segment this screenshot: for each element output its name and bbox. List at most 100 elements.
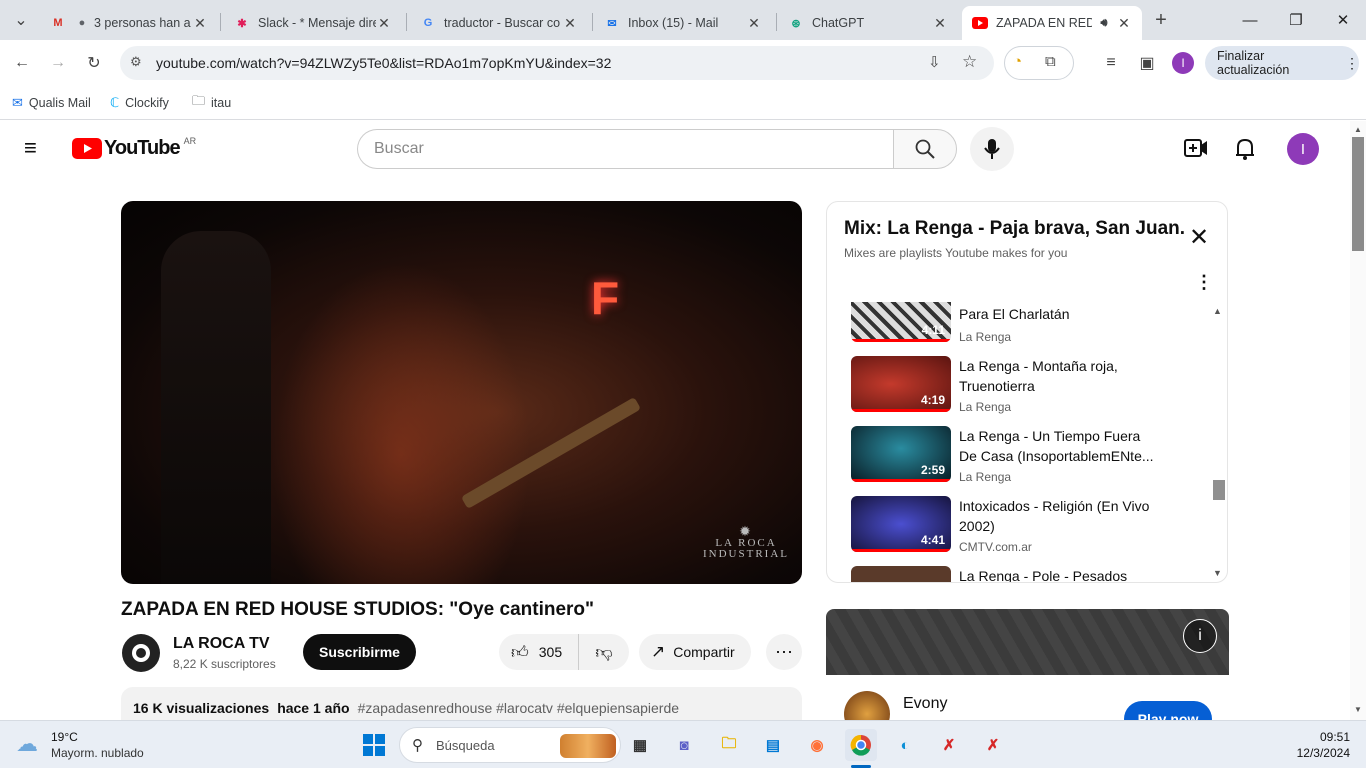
puzzle-extensions-icon[interactable]: ⧉ xyxy=(1045,53,1056,70)
create-video-icon[interactable] xyxy=(1184,137,1208,164)
search-button[interactable] xyxy=(893,129,957,169)
microphone-icon xyxy=(984,139,1000,159)
playlist-item[interactable]: 4:19 La Renga - Montaña roja, Truenotier… xyxy=(851,356,1211,414)
clock-time[interactable]: 09:51 xyxy=(1280,730,1350,744)
account-avatar[interactable]: I xyxy=(1287,133,1319,165)
video-watermark: ✹ LA ROCA INDUSTRIAL xyxy=(691,526,801,560)
speaker-icon[interactable]: 🔊︎ xyxy=(1096,15,1112,31)
video-thumbnail: 4:11 xyxy=(851,302,951,342)
playlist-item[interactable]: 2:59 La Renga - Un Tiempo Fuera De Casa … xyxy=(851,426,1211,484)
hashtags[interactable]: #zapadasenredhouse #larocatv #elquepiens… xyxy=(358,700,679,716)
install-app-icon[interactable]: ⇩ xyxy=(928,53,941,71)
profile-avatar[interactable]: I xyxy=(1172,52,1194,74)
youtube-play-logo-icon xyxy=(72,138,102,159)
bookmark-clockify[interactable]: ℂ Clockify xyxy=(110,92,169,114)
chrome-icon[interactable] xyxy=(845,729,877,761)
playlist-subtitle: Mixes are playlists Youtube makes for yo… xyxy=(844,246,1068,260)
scroll-down-arrow-icon[interactable]: ▼ xyxy=(1354,705,1362,714)
view-count: 16 K visualizaciones xyxy=(133,700,270,716)
more-actions-button[interactable]: ⋯ xyxy=(766,634,802,670)
dislike-button[interactable]: 👎︎ xyxy=(579,634,629,670)
finish-update-button[interactable]: Finalizar actualización ⋮ xyxy=(1205,46,1359,80)
side-panel-icon[interactable]: ▣ xyxy=(1132,48,1162,78)
playlist-scrollbar-thumb[interactable] xyxy=(1213,480,1225,500)
share-arrow-icon: ↗ xyxy=(651,642,666,661)
tab-chatgpt[interactable]: ⊛ ChatGPT ✕ xyxy=(778,6,958,40)
rx-app-icon[interactable]: ✗ xyxy=(977,729,1009,761)
channel-avatar[interactable] xyxy=(121,633,161,673)
playlist-items: 4:11 Para El Charlatán La Renga 4:19 La … xyxy=(827,302,1227,582)
subscribe-button[interactable]: Suscribirme xyxy=(303,634,416,670)
restore-icon[interactable]: ❐ xyxy=(1273,0,1319,40)
edge-icon[interactable]: ◐ xyxy=(889,729,921,761)
task-view-icon[interactable]: ▦ xyxy=(624,729,656,761)
tab-slack[interactable]: ✱ Slack - * Mensaje dire ✕ xyxy=(224,6,402,40)
share-button[interactable]: ↗ Compartir xyxy=(639,634,751,670)
playlist-item[interactable]: 4:11 Para El Charlatán La Renga xyxy=(851,302,1211,360)
scroll-up-arrow-icon[interactable]: ▲ xyxy=(1354,125,1362,134)
page-scrollbar[interactable]: ▲ ▼ xyxy=(1350,121,1366,720)
youtube-logo[interactable]: YouTube AR xyxy=(72,136,196,160)
back-arrow-icon[interactable]: ← xyxy=(7,48,37,78)
voice-search-button[interactable] xyxy=(970,127,1014,171)
windows-start-icon[interactable] xyxy=(358,729,390,761)
taskbar-search-input[interactable]: ⚲ Búsqueda xyxy=(399,727,621,763)
close-window-icon[interactable]: ✕ xyxy=(1320,0,1366,40)
hamburger-menu-icon[interactable]: ≡ xyxy=(24,137,48,161)
close-icon[interactable]: ✕ xyxy=(376,15,392,32)
bookmark-star-icon[interactable]: ☆ xyxy=(962,52,977,72)
tab-google-translate[interactable]: G traductor - Buscar co ✕ xyxy=(410,6,588,40)
video-player[interactable]: F ✹ LA ROCA INDUSTRIAL xyxy=(121,201,802,584)
weather-cloud-icon[interactable]: ☁ xyxy=(16,731,38,757)
close-icon[interactable]: ✕ xyxy=(192,15,208,32)
close-icon[interactable]: ✕ xyxy=(1116,15,1132,32)
thumbs-down-icon: 👎︎ xyxy=(595,642,613,662)
notifications-bell-icon[interactable] xyxy=(1234,137,1256,166)
teams-chat-icon[interactable]: ◙ xyxy=(668,729,700,761)
bookmark-qualis-mail[interactable]: ✉ Qualis Mail xyxy=(12,92,91,114)
site-info-icon[interactable]: ⚙ xyxy=(130,54,142,70)
address-bar[interactable]: ⚙ youtube.com/watch?v=94ZLWZy5Te0&list=R… xyxy=(120,46,994,80)
tab-search-chevron-icon[interactable]: ⌄ xyxy=(6,5,36,35)
media-controls-icon[interactable]: ≡ xyxy=(1096,48,1126,78)
tab-inbox-mail[interactable]: ✉ Inbox (15) - Mail ✕ xyxy=(594,6,772,40)
folder-icon: 🗀︎ xyxy=(192,93,206,108)
like-button[interactable]: 👍︎ 305 xyxy=(499,634,579,670)
minimize-icon[interactable]: — xyxy=(1227,0,1273,40)
tab-gmail[interactable]: M ● 3 personas han a ✕ xyxy=(40,6,218,40)
mail-icon: ✉ xyxy=(607,17,617,30)
clock-date[interactable]: 12/3/2024 xyxy=(1270,746,1350,760)
file-explorer-icon[interactable]: 🗀︎ xyxy=(713,729,745,761)
page-scrollbar-thumb[interactable] xyxy=(1352,137,1364,251)
extension-icon[interactable]: ◔ xyxy=(1013,53,1022,70)
ad-info-icon[interactable]: i xyxy=(1183,619,1217,653)
close-icon[interactable]: ✕ xyxy=(932,15,948,32)
weather-temperature[interactable]: 19°C xyxy=(51,730,78,744)
search-icon: ⚲ xyxy=(412,737,423,754)
bookmark-folder-itau[interactable]: 🗀︎ itau xyxy=(192,92,231,114)
youtube-icon xyxy=(972,15,988,31)
google-icon: G xyxy=(423,17,433,29)
microsoft-store-icon[interactable]: ▤ xyxy=(757,729,789,761)
ad-card[interactable]: i Evony Play now xyxy=(826,609,1229,737)
close-playlist-icon[interactable]: ✕ xyxy=(1189,226,1209,250)
channel-name[interactable]: LA ROCA TV xyxy=(173,635,270,653)
video-frame-performer xyxy=(271,261,531,584)
close-icon[interactable]: ✕ xyxy=(746,15,762,32)
close-icon[interactable]: ✕ xyxy=(562,15,578,32)
forward-arrow-icon[interactable]: → xyxy=(43,48,73,78)
firefox-icon[interactable]: ◉ xyxy=(801,729,833,761)
playlist-menu-dots-icon[interactable]: ⋮ xyxy=(1195,272,1213,293)
search-highlight-image xyxy=(560,734,616,758)
rx-app-icon[interactable]: ✗ xyxy=(933,729,965,761)
playlist-title[interactable]: Mix: La Renga - Paja brava, San Juan... xyxy=(844,218,1184,240)
playlist-item[interactable]: 4:41 Intoxicados - Religión (En Vivo 200… xyxy=(851,496,1211,554)
mail-icon: ✉ xyxy=(12,95,23,110)
tab-youtube-active[interactable]: ZAPADA EN RED 🔊︎ ✕ xyxy=(962,6,1142,40)
reload-icon[interactable]: ↻ xyxy=(79,48,109,78)
search-input[interactable]: Buscar xyxy=(357,129,894,169)
playlist-item[interactable]: La Renga - Pole - Pesados xyxy=(851,566,1211,582)
new-tab-plus-icon[interactable]: + xyxy=(1146,5,1176,35)
scroll-down-arrow-icon[interactable]: ▼ xyxy=(1213,568,1222,578)
scroll-up-arrow-icon[interactable]: ▲ xyxy=(1213,306,1222,316)
